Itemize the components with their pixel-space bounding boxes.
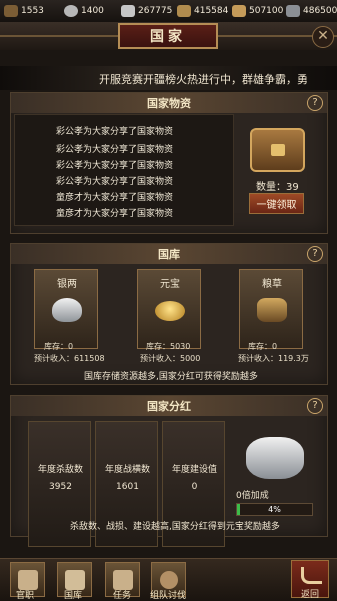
supplies-message: 彩公孝为大家分享了国家物资: [56, 127, 174, 137]
resource-item-throne[interactable]: 1553: [4, 3, 44, 19]
back-arrow-icon: [301, 567, 322, 584]
treasury-estimate: 预计收入：5000: [140, 354, 201, 363]
silver-coin-icon: [64, 5, 78, 17]
stat-label: 年度建设值: [171, 465, 217, 475]
treasury-estimate: 预计收入：119.3万: [238, 354, 309, 363]
treasury-title: 国库: [11, 244, 327, 264]
resource-item-iron[interactable]: 486500: [286, 3, 337, 19]
nav-label: 组队讨伐: [150, 591, 187, 601]
supplies-count: 数量：39: [256, 182, 299, 193]
dividend-title: 国家分红: [11, 396, 327, 416]
treasury-card-grain[interactable]: 粮草: [239, 269, 303, 349]
help-icon[interactable]: ?: [307, 95, 323, 111]
back-label: 返回: [300, 590, 319, 600]
silver-pile-icon: [246, 437, 304, 479]
nav-label: 国库: [64, 591, 83, 601]
close-icon[interactable]: ✕: [312, 26, 334, 48]
treasury-card-ingot[interactable]: 元宝: [137, 269, 201, 349]
resource-item-arrow[interactable]: 507100: [232, 3, 283, 19]
treasury-card-label: 银两: [57, 279, 77, 290]
supplies-title: 国家物资: [11, 93, 327, 113]
gold-ingot-icon: [155, 301, 185, 321]
nav-label: 任务: [113, 591, 132, 601]
page-title: 国家: [118, 23, 218, 49]
stat-label: 年度战横数: [104, 465, 150, 475]
supplies-message: 童彦才为大家分享了国家物资: [56, 193, 174, 203]
silver-ingot-icon: [52, 298, 82, 322]
bonus-label: 0倍加成: [236, 491, 269, 501]
supplies-message: 彩公孝为大家分享了国家物资: [56, 177, 174, 187]
back-button[interactable]: 返回: [291, 560, 329, 600]
help-icon[interactable]: ?: [307, 246, 323, 262]
treasury-stock: 库存：0: [248, 342, 278, 351]
throne-icon: [4, 5, 18, 17]
resource-item-wood[interactable]: 415584: [177, 3, 228, 19]
resource-item-silver[interactable]: 267775: [121, 3, 172, 19]
nav-label: 官职: [16, 591, 35, 601]
iron-icon: [286, 5, 300, 17]
resource-item-coin[interactable]: 1400: [64, 3, 104, 19]
dividend-footer: 杀敌数、战损、建设越高,国家分红得到元宝奖励越多: [70, 522, 280, 532]
treasury-card-silver[interactable]: 银两: [34, 269, 98, 349]
treasure-chest-icon[interactable]: [250, 128, 305, 172]
treasury-card-label: 元宝: [160, 279, 180, 290]
dividend-progress-bar: 4%: [236, 503, 313, 516]
stat-value: 3952: [49, 482, 72, 492]
crossed-swords-icon: [160, 571, 178, 589]
claim-all-button[interactable]: 一键领取: [249, 193, 304, 214]
stat-value: 0: [191, 482, 198, 492]
treasury-estimate: 预计收入：611508: [34, 354, 105, 363]
progress-text: 4%: [268, 505, 281, 514]
treasury-stock: 库存：0: [44, 342, 74, 351]
office-icon: [18, 570, 38, 590]
resource-bar: 1553 1400 267775 415584 507100 486500: [0, 0, 337, 23]
supplies-message: 童彦才为大家分享了国家物资: [56, 209, 174, 219]
task-icon: [113, 570, 133, 590]
treasury-stock: 库存：5030: [146, 342, 191, 351]
silver-ingot-icon: [121, 5, 135, 17]
announcement-marquee: 开服竞赛开疆榜火热进行中，群雄争霸，勇: [0, 66, 337, 90]
grain-icon: [257, 298, 287, 322]
treasury-card-label: 粮草: [262, 279, 282, 290]
stat-label: 年度杀敌数: [37, 465, 83, 475]
supplies-message: 彩公孝为大家分享了国家物资: [56, 145, 174, 155]
arrow-icon: [232, 5, 246, 17]
wood-icon: [177, 5, 191, 17]
stat-value: 1601: [116, 482, 139, 492]
treasury-icon: [65, 570, 85, 590]
treasury-info: 国库存储资源越多,国家分红可获得奖励越多: [84, 372, 258, 382]
help-icon[interactable]: ?: [307, 398, 323, 414]
supplies-message: 彩公孝为大家分享了国家物资: [56, 161, 174, 171]
